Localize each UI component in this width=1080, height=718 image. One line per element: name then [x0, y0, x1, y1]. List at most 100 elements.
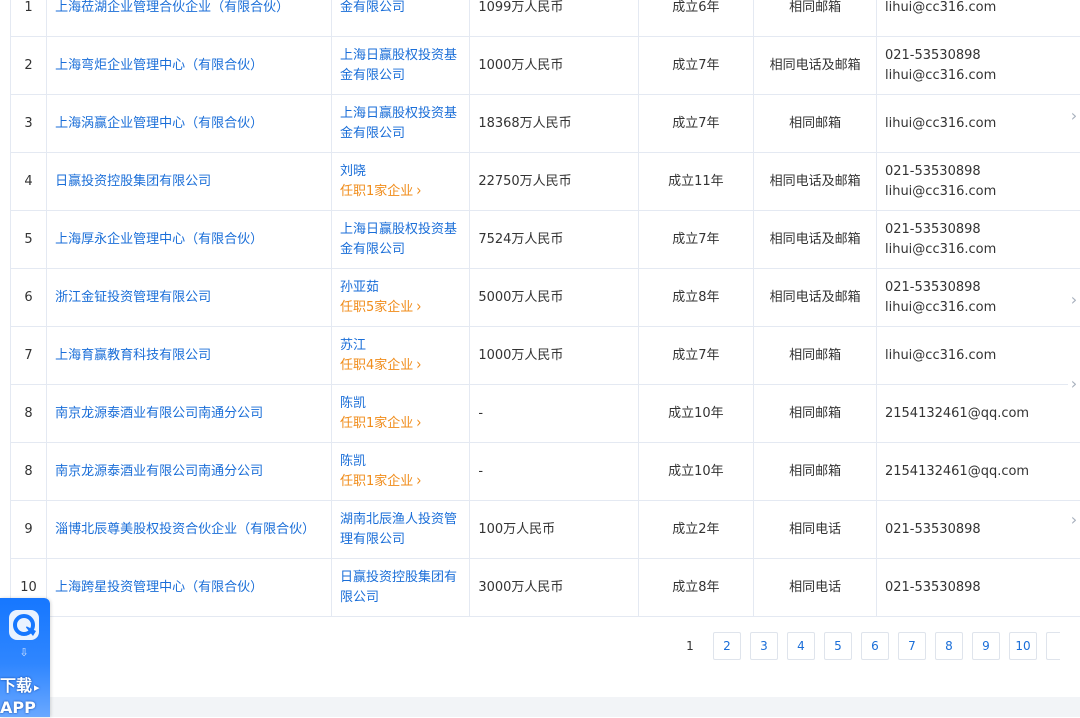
row-index: 8 — [11, 443, 47, 501]
company-age: 成立2年 — [638, 501, 754, 559]
legal-rep-cell: 湖南北辰渔人投资管理有限公司 — [332, 501, 470, 559]
contact-value: lihui@cc316.com — [885, 298, 1080, 318]
company-age: 成立6年 — [638, 0, 754, 37]
download-app-badge[interactable]: ⇩ 下载▸ APP — [0, 598, 50, 717]
contact-cell: 2154132461@qq.com — [876, 385, 1080, 443]
contact-value: lihui@cc316.com — [885, 182, 1080, 202]
table-row: 10上海跨星投资管理中心（有限合伙）日赢投资控股集团有限公司3000万人民币成立… — [11, 559, 1080, 617]
contact-value: 021-53530898 — [885, 578, 1080, 598]
legal-rep-link[interactable]: 湖南北辰渔人投资管理有限公司 — [340, 510, 461, 550]
legal-rep-link[interactable]: 日赢投资控股集团有限公司 — [340, 568, 461, 608]
company-name-link[interactable]: 日赢投资控股集团有限公司 — [55, 174, 211, 189]
company-name-link[interactable]: 上海厚永企业管理中心（有限合伙） — [55, 232, 263, 247]
chevron-right-icon: › — [416, 412, 421, 436]
legal-rep-link[interactable]: 孙亚茹 — [340, 278, 461, 298]
row-index: 8 — [11, 385, 47, 443]
page-button[interactable]: 3 — [750, 632, 778, 660]
match-type: 相同邮箱 — [754, 95, 877, 153]
legal-rep-cell: 苏江任职4家企业› — [332, 327, 470, 385]
contact-value: 2154132461@qq.com — [885, 404, 1080, 424]
company-name-link[interactable]: 上海跨星投资管理中心（有限合伙） — [55, 580, 263, 595]
page-button[interactable]: 9 — [972, 632, 1000, 660]
legal-rep-link[interactable]: 金有限公司 — [340, 0, 461, 18]
chevron-right-icon: › — [416, 180, 421, 204]
rep-jobs-link[interactable]: 任职1家企业› — [340, 472, 461, 492]
legal-rep-link[interactable]: 上海日赢股权投资基金有限公司 — [340, 104, 461, 144]
table-row: 8南京龙源泰酒业有限公司南通分公司陈凯任职1家企业›-成立10年相同邮箱2154… — [11, 385, 1080, 443]
match-type: 相同电话及邮箱 — [754, 269, 877, 327]
page-button[interactable]: 6 — [861, 632, 889, 660]
company-name-link[interactable]: 南京龙源泰酒业有限公司南通分公司 — [55, 406, 263, 421]
scroll-right-arrow-icon[interactable]: › — [1068, 372, 1080, 396]
match-type: 相同邮箱 — [754, 385, 877, 443]
match-type: 相同电话及邮箱 — [754, 37, 877, 95]
legal-rep-cell: 上海日赢股权投资基金有限公司 — [332, 95, 470, 153]
page-button[interactable]: 2 — [713, 632, 741, 660]
company-age: 成立8年 — [638, 559, 754, 617]
page-button[interactable]: 10 — [1009, 632, 1037, 660]
page-next-partial-button[interactable] — [1046, 632, 1060, 660]
company-age: 成立10年 — [638, 443, 754, 501]
company-age: 成立8年 — [638, 269, 754, 327]
contact-value: 2154132461@qq.com — [885, 462, 1080, 482]
contact-value: 021-53530898 — [885, 46, 1080, 66]
legal-rep-link[interactable]: 苏江 — [340, 336, 461, 356]
legal-rep-link[interactable]: 上海日赢股权投资基金有限公司 — [340, 46, 461, 86]
company-name-link[interactable]: 浙江金钲投资管理有限公司 — [55, 290, 211, 305]
contact-value: lihui@cc316.com — [885, 0, 1080, 18]
related-companies-table: 1上海莅湖企业管理合伙企业（有限合伙）金有限公司1099万人民币成立6年相同邮箱… — [10, 0, 1080, 617]
legal-rep-link[interactable]: 上海日赢股权投资基金有限公司 — [340, 220, 461, 260]
play-arrow-icon: ▸ — [34, 681, 40, 694]
scroll-right-arrow-icon[interactable]: › — [1068, 104, 1080, 128]
contact-value: lihui@cc316.com — [885, 240, 1080, 260]
legal-rep-link[interactable]: 陈凯 — [340, 452, 461, 472]
row-index: 7 — [11, 327, 47, 385]
table-row: 6浙江金钲投资管理有限公司孙亚茹任职5家企业›5000万人民币成立8年相同电话及… — [11, 269, 1080, 327]
footer-strip — [0, 697, 1080, 717]
company-name-link[interactable]: 上海涡赢企业管理中心（有限合伙） — [55, 116, 263, 131]
company-name-link[interactable]: 上海弯炬企业管理中心（有限合伙） — [55, 58, 263, 73]
registered-capital: 1000万人民币 — [470, 37, 638, 95]
app-logo-icon — [9, 610, 39, 640]
legal-rep-link[interactable]: 陈凯 — [340, 394, 461, 414]
contact-value: 021-53530898 — [885, 278, 1080, 298]
row-index: 6 — [11, 269, 47, 327]
legal-rep-cell: 金有限公司 — [332, 0, 470, 37]
table-row: 7上海育赢教育科技有限公司苏江任职4家企业›1000万人民币成立7年相同邮箱li… — [11, 327, 1080, 385]
match-type: 相同邮箱 — [754, 0, 877, 37]
row-index: 4 — [11, 153, 47, 211]
company-name-link[interactable]: 淄博北辰尊美股权投资合伙企业（有限合伙） — [55, 522, 315, 537]
rep-jobs-link[interactable]: 任职1家企业› — [340, 182, 461, 202]
results-table-wrap: 1上海莅湖企业管理合伙企业（有限合伙）金有限公司1099万人民币成立6年相同邮箱… — [10, 0, 1080, 617]
company-name-link[interactable]: 上海莅湖企业管理合伙企业（有限合伙） — [55, 0, 289, 15]
scroll-right-arrow-icon[interactable]: › — [1068, 508, 1080, 532]
company-name-link[interactable]: 上海育赢教育科技有限公司 — [55, 348, 211, 363]
legal-rep-cell: 刘晓任职1家企业› — [332, 153, 470, 211]
contact-value: 021-53530898 — [885, 220, 1080, 240]
registered-capital: - — [470, 443, 638, 501]
chevron-right-icon: › — [416, 470, 421, 494]
legal-rep-cell: 陈凯任职1家企业› — [332, 385, 470, 443]
legal-rep-link[interactable]: 刘晓 — [340, 162, 461, 182]
table-row: 9淄博北辰尊美股权投资合伙企业（有限合伙）湖南北辰渔人投资管理有限公司100万人… — [11, 501, 1080, 559]
rep-jobs-link[interactable]: 任职1家企业› — [340, 414, 461, 434]
company-age: 成立7年 — [638, 211, 754, 269]
contact-cell: 021-53530898lihui@cc316.com — [876, 269, 1080, 327]
legal-rep-cell: 上海日赢股权投资基金有限公司 — [332, 211, 470, 269]
registered-capital: 1099万人民币 — [470, 0, 638, 37]
page-button[interactable]: 8 — [935, 632, 963, 660]
page-button[interactable]: 4 — [787, 632, 815, 660]
contact-value: lihui@cc316.com — [885, 66, 1080, 86]
rep-jobs-link[interactable]: 任职4家企业› — [340, 356, 461, 376]
page-button[interactable]: 7 — [898, 632, 926, 660]
legal-rep-cell: 陈凯任职1家企业› — [332, 443, 470, 501]
contact-cell: lihui@cc316.com — [876, 95, 1080, 153]
scroll-right-arrow-icon[interactable]: › — [1068, 288, 1080, 312]
company-name-link[interactable]: 南京龙源泰酒业有限公司南通分公司 — [55, 464, 263, 479]
rep-jobs-link[interactable]: 任职5家企业› — [340, 298, 461, 318]
page-button[interactable]: 5 — [824, 632, 852, 660]
page-current: 1 — [676, 632, 704, 660]
row-index: 2 — [11, 37, 47, 95]
row-index: 5 — [11, 211, 47, 269]
pagination: 1 2 3 4 5 6 7 8 9 10 — [676, 632, 1060, 660]
